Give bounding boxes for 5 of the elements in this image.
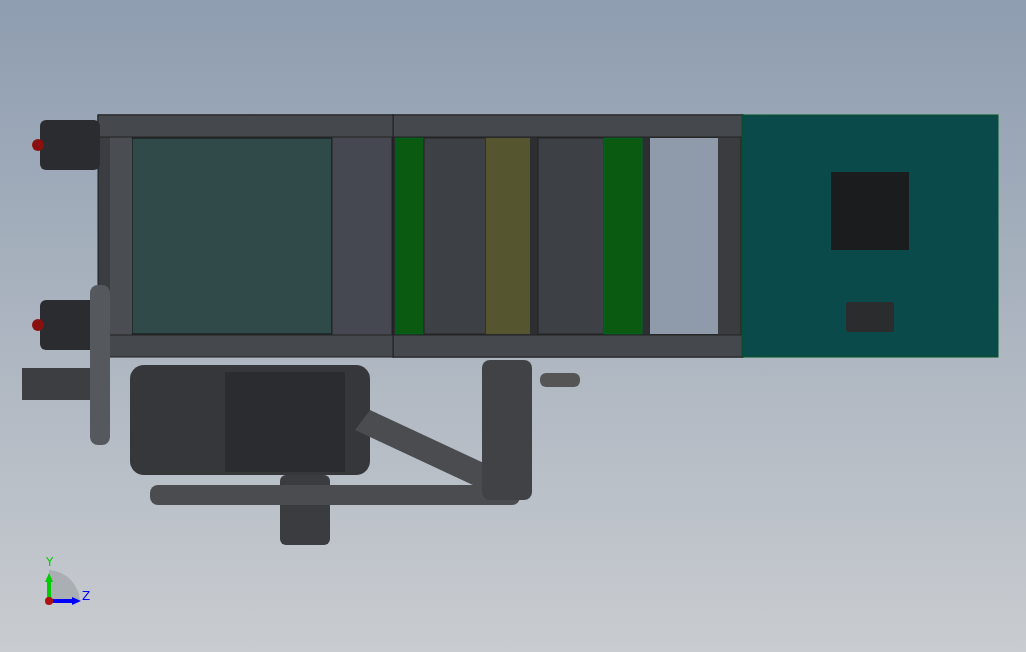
origin-dot	[45, 597, 53, 605]
triad-shade	[49, 570, 80, 601]
axis-label: Z	[82, 589, 91, 603]
viewport[interactable]: Y Z	[0, 0, 1026, 652]
axis-label: Y	[46, 555, 54, 569]
